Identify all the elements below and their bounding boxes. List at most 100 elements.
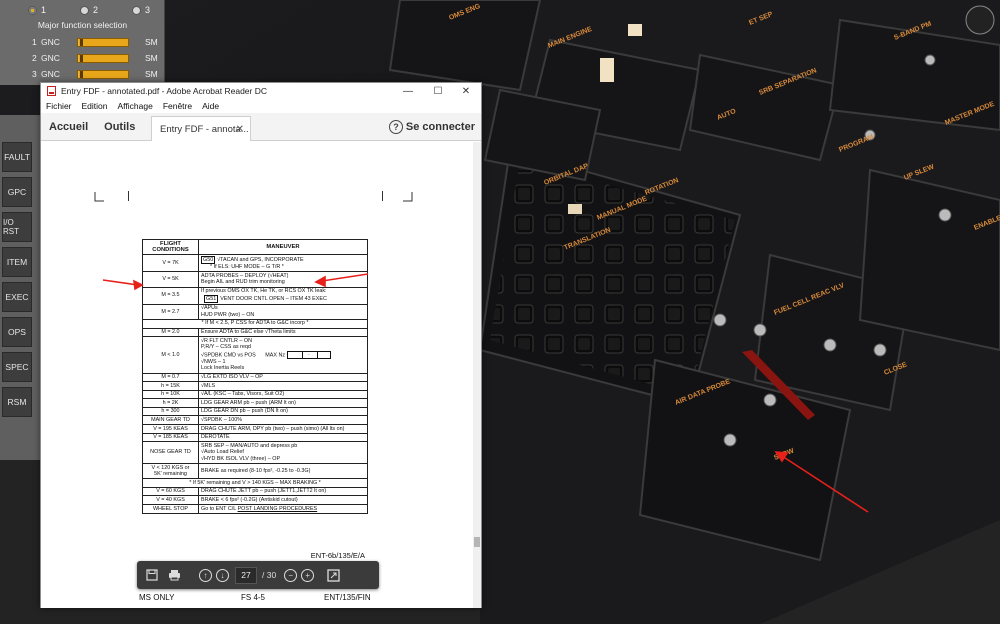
radio-label: 1: [41, 5, 47, 15]
acrobat-window: Entry FDF - annotated.pdf - Adobe Acroba…: [40, 82, 482, 608]
table-cell: V = 40 KGS: [142, 495, 199, 505]
cell-text: √HYD BK ISOL VLV (three) – OP: [201, 455, 281, 462]
save-icon[interactable]: [143, 566, 161, 584]
cell-text: If previous OMS OX TK, He TK, or RCS OX …: [201, 288, 327, 295]
fault-button[interactable]: FAULT: [2, 142, 32, 172]
table-cell: h = 15K: [142, 381, 199, 391]
table-cell: V = 5K: [142, 271, 199, 288]
table-cell: * If 5K' remaining and V > 140 KGS – MAX…: [142, 478, 368, 488]
gnc-slider[interactable]: [77, 53, 129, 63]
radio-gpc-1[interactable]: 1: [28, 5, 46, 15]
gpc-button[interactable]: GPC: [2, 177, 32, 207]
save-icon-shape: [146, 569, 158, 581]
menu-help[interactable]: Aide: [202, 101, 219, 111]
table-cell: BRAKE < 6 fps² (-0.2G) (Antiskid cutout): [198, 495, 368, 505]
gnc-slider[interactable]: [77, 69, 129, 79]
menu-file[interactable]: Fichier: [46, 101, 72, 111]
vertical-scrollbar[interactable]: [473, 142, 481, 608]
table-cell: Go to ENT C/L POST LANDING PROCEDURES: [198, 504, 368, 514]
minimize-icon[interactable]: —: [395, 83, 421, 99]
table-row: M = 3.5 If previous OMS OX TK, He TK, or…: [142, 286, 368, 305]
previous-page-icon[interactable]: ↑: [199, 568, 212, 582]
menu-window[interactable]: Fenêtre: [163, 101, 192, 111]
column-header: FLIGHT CONDITIONS: [142, 238, 199, 256]
cell-text: * If ELS: UHF MODE – G T/R *: [210, 264, 284, 271]
login-button[interactable]: Se connecter: [406, 113, 475, 141]
display-box: G50: [201, 255, 216, 265]
resume-button[interactable]: RSM: [2, 387, 32, 417]
table-cell: Ensure ADTA to G&C else √Theta limits: [198, 327, 368, 338]
row-mode: SM: [145, 53, 158, 63]
title-bar: Entry FDF - annotated.pdf - Adobe Acroba…: [41, 83, 481, 99]
gnc-row: 3 GNC SM: [32, 69, 158, 79]
document-reference: ENT-6b/135/E/A: [310, 551, 365, 560]
procedure-link[interactable]: POST LANDING PROCEDURES: [238, 506, 318, 512]
fit-page-icon[interactable]: [324, 566, 342, 584]
ops-button[interactable]: OPS: [2, 317, 32, 347]
cell-text: Go to ENT C/L: [201, 505, 237, 512]
spec-button[interactable]: SPEC: [2, 352, 32, 382]
table-row: h = 15K √MLS: [142, 381, 368, 391]
cell-text: ADTA PROBES – DEPLOY (√HEAT): [201, 272, 289, 279]
table-cell: G50 √TACAN and GPS, INCORPORATE * If ELS:…: [198, 254, 368, 273]
cell-text: √TACAN and GPS, INCORPORATE: [217, 256, 304, 263]
item-button[interactable]: ITEM: [2, 247, 32, 277]
table-cell: DRAG CHUTE JETT pb – push (JETT1,JETT2 l…: [198, 486, 368, 497]
exec-button[interactable]: EXEC: [2, 282, 32, 312]
major-function-panel: 1 2 3 Major function selection 1 GNC SM …: [0, 0, 165, 85]
nz-divider: [302, 351, 303, 358]
table-row: h = 2K LDG GEAR ARM pb – push (ARM lt on…: [142, 398, 368, 408]
maximize-icon[interactable]: ☐: [425, 83, 451, 99]
document-tab[interactable]: Entry FDF - annota... ✕: [151, 116, 251, 141]
pdf-file-icon: [47, 86, 56, 96]
table-row: M < 1.0 √R FLT CNTLR – ON P,R/Y – CSS as…: [142, 336, 368, 374]
table-cell: LDG GEAR DN pb – push (DN lt on): [198, 406, 368, 417]
cell-text: Lock Inertia Reels: [201, 365, 245, 372]
help-icon[interactable]: ?: [389, 120, 403, 134]
table-cell: h = 2K: [142, 398, 199, 408]
row-mode: SM: [145, 69, 158, 79]
menu-edit[interactable]: Edition: [82, 101, 108, 111]
print-icon-shape: [168, 570, 180, 581]
tools-button[interactable]: Outils: [96, 113, 143, 141]
radio-gpc-2[interactable]: 2: [80, 5, 98, 15]
nz-entry-box: .: [287, 350, 332, 359]
scrollbar-thumb[interactable]: [474, 537, 480, 547]
tab-close-icon[interactable]: ✕: [236, 124, 244, 135]
fit-page-icon-shape: [327, 568, 340, 582]
zoom-in-icon[interactable]: +: [301, 568, 315, 582]
crop-mark: [403, 192, 413, 202]
cell-text: VENT DOOR CNTL OPEN – ITEM 43 EXEC: [220, 295, 327, 302]
table-header-row: FLIGHT CONDITIONS MANEUVER: [142, 238, 368, 256]
home-button[interactable]: Accueil: [41, 113, 96, 141]
table-row: V = 5K ADTA PROBES – DEPLOY (√HEAT) Begin…: [142, 271, 368, 288]
gnc-row: 1 GNC SM: [32, 37, 158, 47]
zoom-out-icon[interactable]: −: [284, 568, 298, 582]
cell-text: SRB SEP – MAN/AUTO and depress pb: [201, 442, 298, 449]
io-reset-button[interactable]: I/O RST: [2, 212, 32, 242]
gnc-slider[interactable]: [77, 37, 129, 47]
row-mode: SM: [145, 37, 158, 47]
menu-view[interactable]: Affichage: [118, 101, 153, 111]
document-view[interactable]: FLIGHT CONDITIONS MANEUVER V = 7K G50 √TAC…: [41, 142, 481, 608]
row-label: GNC: [41, 69, 60, 79]
radio-dot: [28, 5, 37, 15]
row-label: GNC: [41, 37, 60, 47]
radio-label: 2: [93, 5, 99, 15]
radio-gpc-3[interactable]: 3: [132, 5, 150, 15]
cell-text: √Auto Load Relief: [201, 449, 244, 456]
table-row: V = 60 KGS DRAG CHUTE JETT pb – push (JE…: [142, 486, 368, 497]
keypad-column: FAULT GPC I/O RST ITEM EXEC OPS SPEC RSM: [0, 115, 40, 460]
next-page-icon[interactable]: ↓: [216, 568, 229, 582]
header-text: FLIGHT: [160, 240, 181, 247]
cell-text: √NWS – 1: [201, 358, 226, 365]
print-icon[interactable]: [165, 566, 183, 584]
page-number-input[interactable]: 27: [235, 566, 257, 584]
panel-title: Major function selection: [37, 20, 128, 30]
table-row: V = 7K G50 √TACAN and GPS, INCORPORATE * …: [142, 254, 368, 273]
footer-right: ENT/135/FIN: [324, 593, 371, 602]
footer-left: MS ONLY: [139, 593, 175, 602]
close-icon[interactable]: ✕: [453, 83, 479, 99]
table-cell: V = 7K: [142, 254, 199, 273]
table-row: M = 2.0 Ensure ADTA to G&C else √Theta l…: [142, 327, 368, 338]
